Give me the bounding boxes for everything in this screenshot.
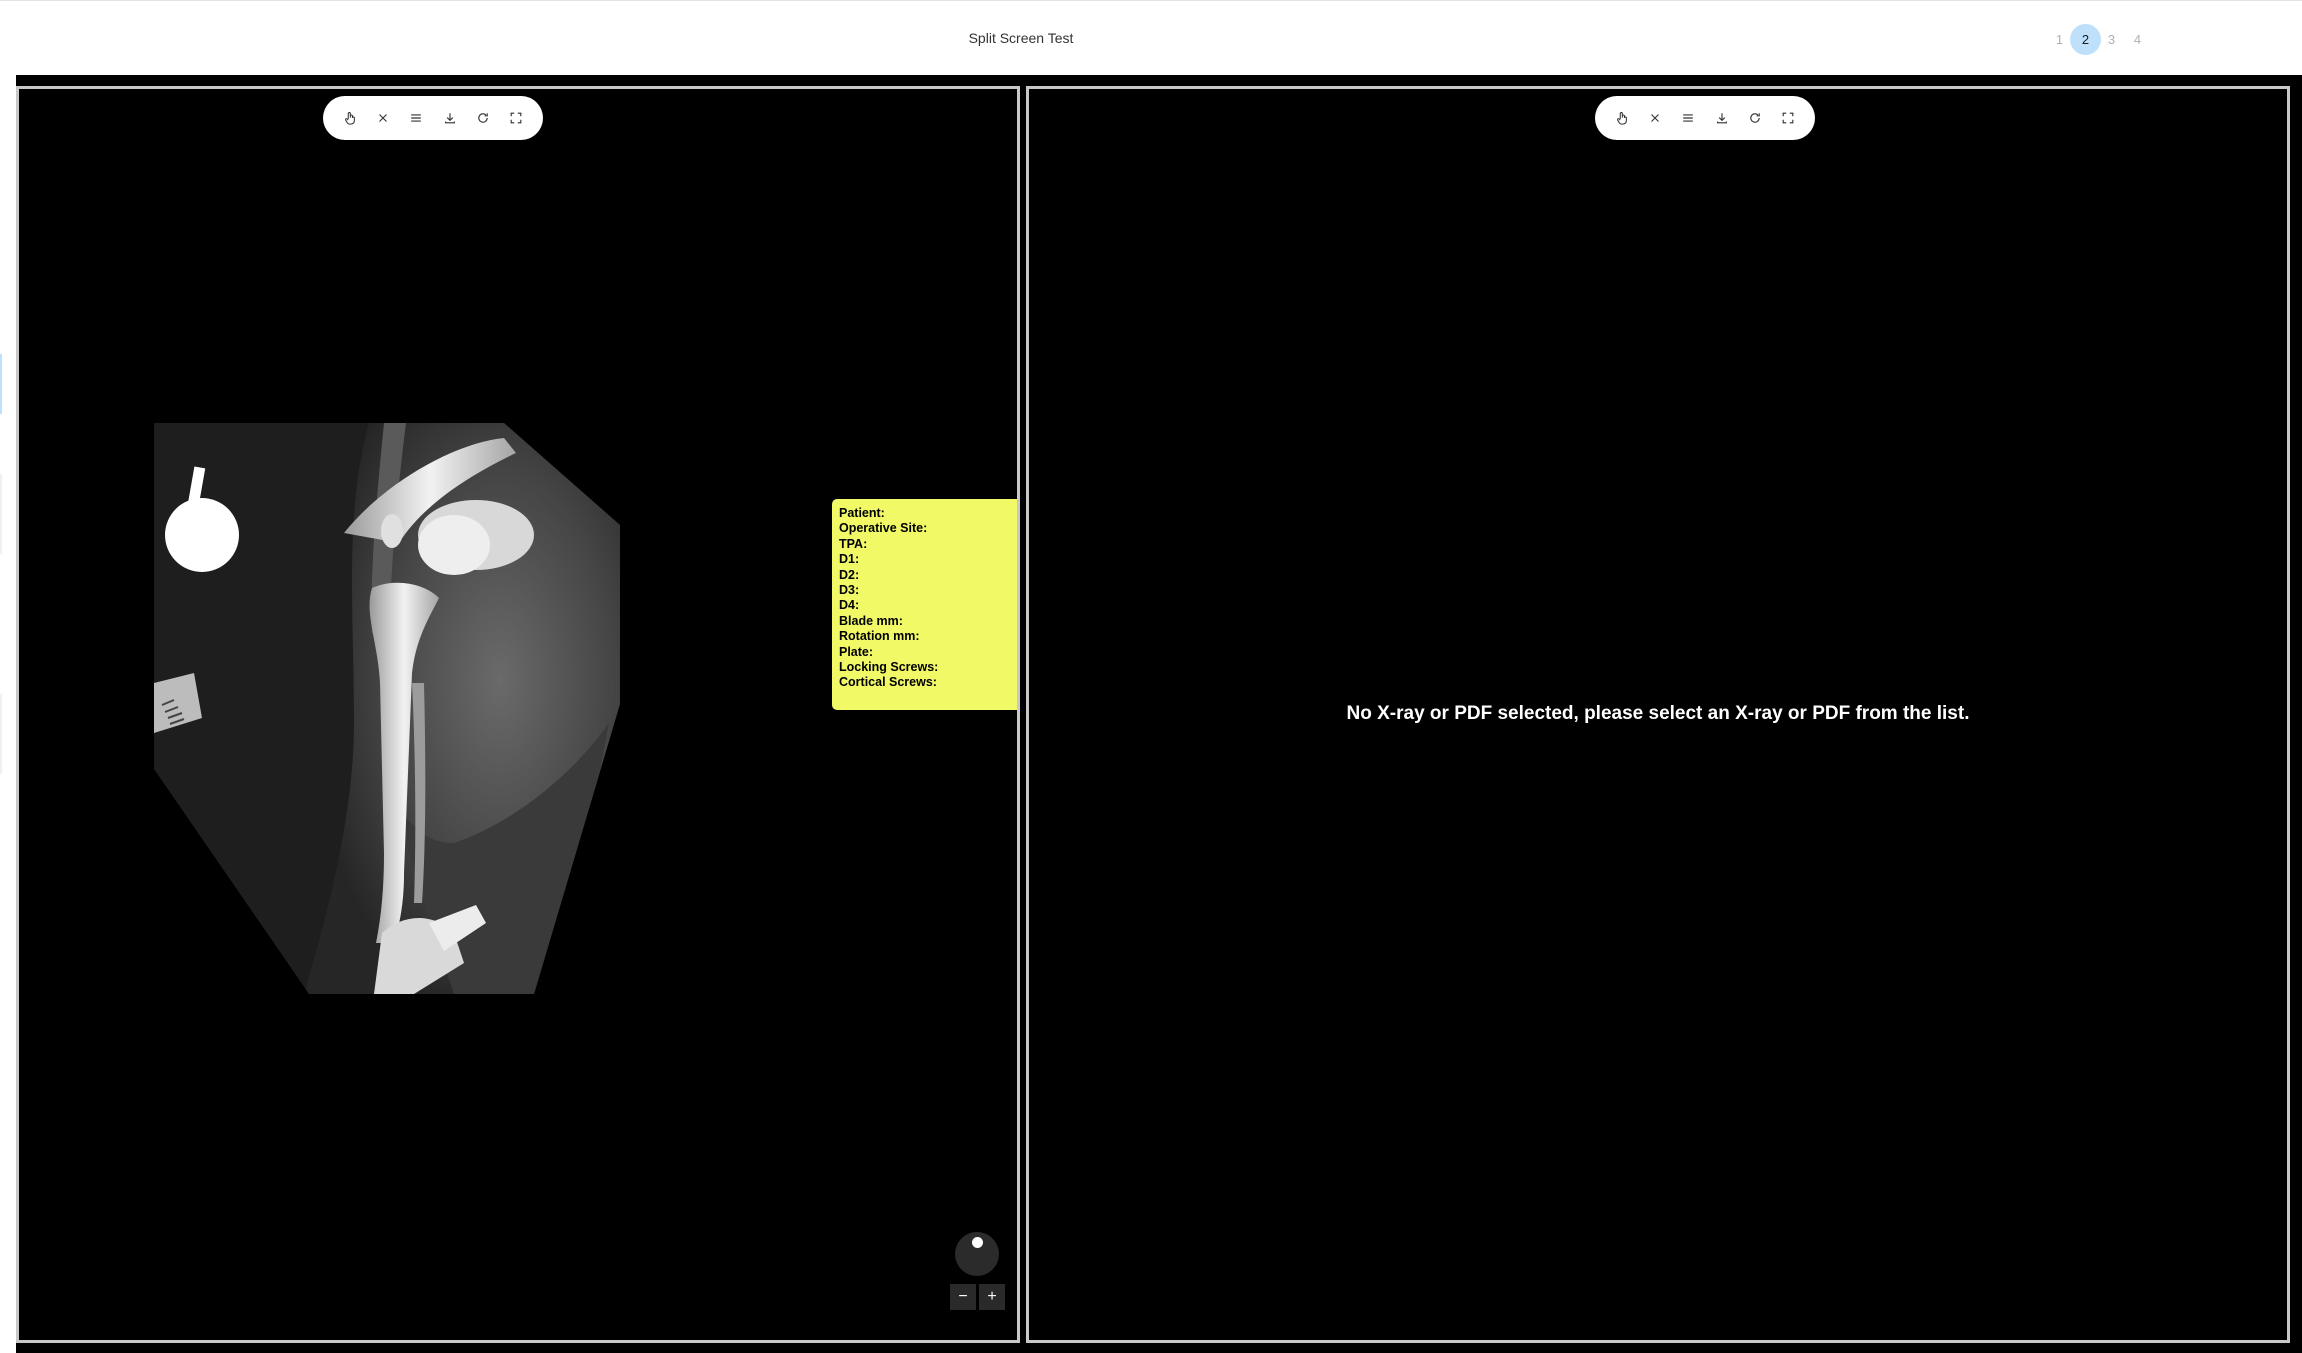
collapsed-sidebar[interactable] [0,74,16,1353]
rotation-knob-handle[interactable] [972,1237,983,1248]
zoom-out-button[interactable]: − [950,1284,976,1310]
note-plate: Plate: [839,644,874,659]
note-cortical-screws: Cortical Screws: [839,675,937,690]
note-locking-screws: Locking Screws: [839,660,939,675]
zoom-in-button[interactable]: + [979,1284,1005,1310]
note-patient: Patient: [839,506,885,520]
close-icon[interactable] [372,107,394,129]
sidebar-active-indicator [0,354,2,414]
left-viewer-panel[interactable]: Patient: Operative Site: TPA: D1: D2: D3… [16,86,1020,1343]
download-icon[interactable] [1711,107,1733,129]
close-icon[interactable] [1644,107,1666,129]
viewer-toolbar [323,96,543,140]
note-rotation-mm: Rotation mm: [839,629,920,644]
note-tpa: TPA: [839,536,868,551]
page-4-button[interactable]: 4 [2122,24,2153,55]
fullscreen-icon[interactable] [505,107,527,129]
top-header: Split Screen Test 1 2 3 4 [0,0,2302,75]
menu-icon[interactable] [405,107,427,129]
viewer-toolbar [1595,96,1815,140]
right-viewer-panel[interactable]: No X-ray or PDF selected, please select … [1026,86,2290,1343]
note-d2: D2: [839,567,860,582]
note-blade-mm: Blade mm: [839,613,903,628]
hand-pointer-icon[interactable] [1611,107,1633,129]
fullscreen-icon[interactable] [1777,107,1799,129]
rotation-knob[interactable] [955,1232,999,1276]
rotate-icon[interactable] [1744,107,1766,129]
note-d3: D3: [839,583,860,598]
rotate-icon[interactable] [472,107,494,129]
surgery-notes-card[interactable]: Patient: Operative Site: TPA: D1: D2: D3… [832,499,1017,710]
sidebar-divider [0,474,2,554]
xray-image[interactable] [154,423,620,994]
empty-state-message: No X-ray or PDF selected, please select … [1346,703,1970,724]
note-d1: D1: [839,552,860,567]
hand-pointer-icon[interactable] [339,107,361,129]
note-d4: D4: [839,598,860,613]
sidebar-divider [0,694,2,774]
page-title: Split Screen Test [968,30,1074,46]
note-operative-site: Operative Site: [839,521,928,536]
menu-icon[interactable] [1677,107,1699,129]
download-icon[interactable] [439,107,461,129]
